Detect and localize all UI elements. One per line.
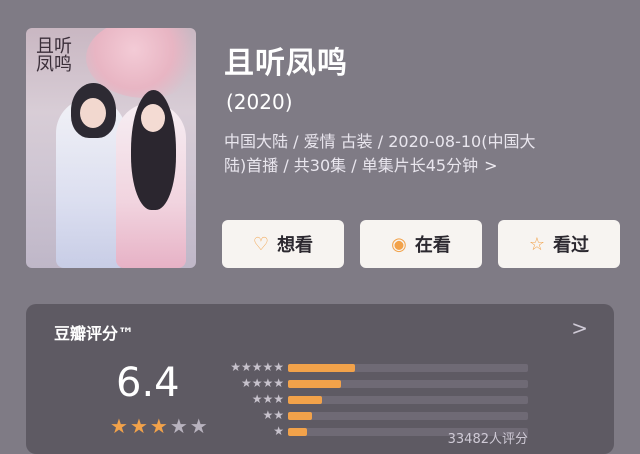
star-empty-icon: ★ [189,414,210,438]
movie-metadata[interactable]: 中国大陆 / 爱情 古装 / 2020-08-10(中国大 陆)首播 / 共30… [224,130,604,178]
movie-year: (2020) [226,90,293,114]
star-icon: ☆ [528,233,546,255]
poster-calligraphy: 且听凤鸣 [36,36,72,75]
rating-row-stars: ★★★ [251,392,284,406]
rating-bar-fill [288,428,307,436]
chevron-right-icon[interactable]: > [484,156,497,175]
rating-bar-bg [288,396,528,404]
rating-row-stars: ★★ [262,408,284,422]
rating-bar-fill [288,380,341,388]
star-filled-icon: ★ [149,414,170,438]
rating-row-3: ★★★ [216,392,536,406]
star-filled-icon: ★ [110,414,130,438]
watching-button[interactable]: ◉ 在看 [360,220,482,268]
movie-title: 且听凤鸣 [224,46,348,81]
rating-row-stars: ★★★★ [240,376,284,390]
meta-line-2: 陆)首播 / 共30集 / 单集片长45分钟 > [224,154,604,178]
watched-button[interactable]: ☆ 看过 [498,220,620,268]
rating-row-4: ★★★★ [216,376,536,390]
rating-count: 33482人评分 [447,432,528,447]
rating-card[interactable]: 豆瓣评分™ > 6.4 ★★★★★ ★★★★★ ★★★★ ★★★ ★★ ★ 33… [26,304,614,454]
want-to-watch-button[interactable]: ♡ 想看 [222,220,344,268]
star-empty-icon: ★ [169,414,190,438]
chevron-right-icon[interactable]: > [571,316,588,340]
rating-row-2: ★★ [216,408,536,422]
rating-score: 6.4 [116,360,180,406]
meta-line-2-text: 陆)首播 / 共30集 / 单集片长45分钟 [224,156,479,175]
rating-row-stars: ★ [273,424,284,438]
rating-row-stars: ★★★★★ [230,360,284,374]
rating-row-5: ★★★★★ [216,360,536,374]
star-filled-icon: ★ [129,414,150,438]
action-buttons: ♡ 想看 ◉ 在看 ☆ 看过 [222,220,620,268]
watched-label: 看过 [553,235,590,256]
poster-image[interactable]: 且听凤鸣 [26,28,196,268]
watching-label: 在看 [414,235,451,256]
target-icon: ◉ [391,233,407,255]
poster-face-left [80,98,106,128]
rating-distribution: ★★★★★ ★★★★ ★★★ ★★ ★ [216,358,536,438]
rating-label: 豆瓣评分™ [54,324,135,343]
meta-line-1: 中国大陆 / 爱情 古装 / 2020-08-10(中国大 [224,132,536,151]
rating-bar-fill [288,364,355,372]
rating-stars: ★★★★★ [110,414,210,438]
rating-bar-bg [288,412,528,420]
rating-bar-fill [288,396,322,404]
poster-face-right [141,104,165,132]
rating-bar-fill [288,412,312,420]
heart-plus-icon: ♡ [252,233,270,255]
want-label: 想看 [277,235,314,256]
